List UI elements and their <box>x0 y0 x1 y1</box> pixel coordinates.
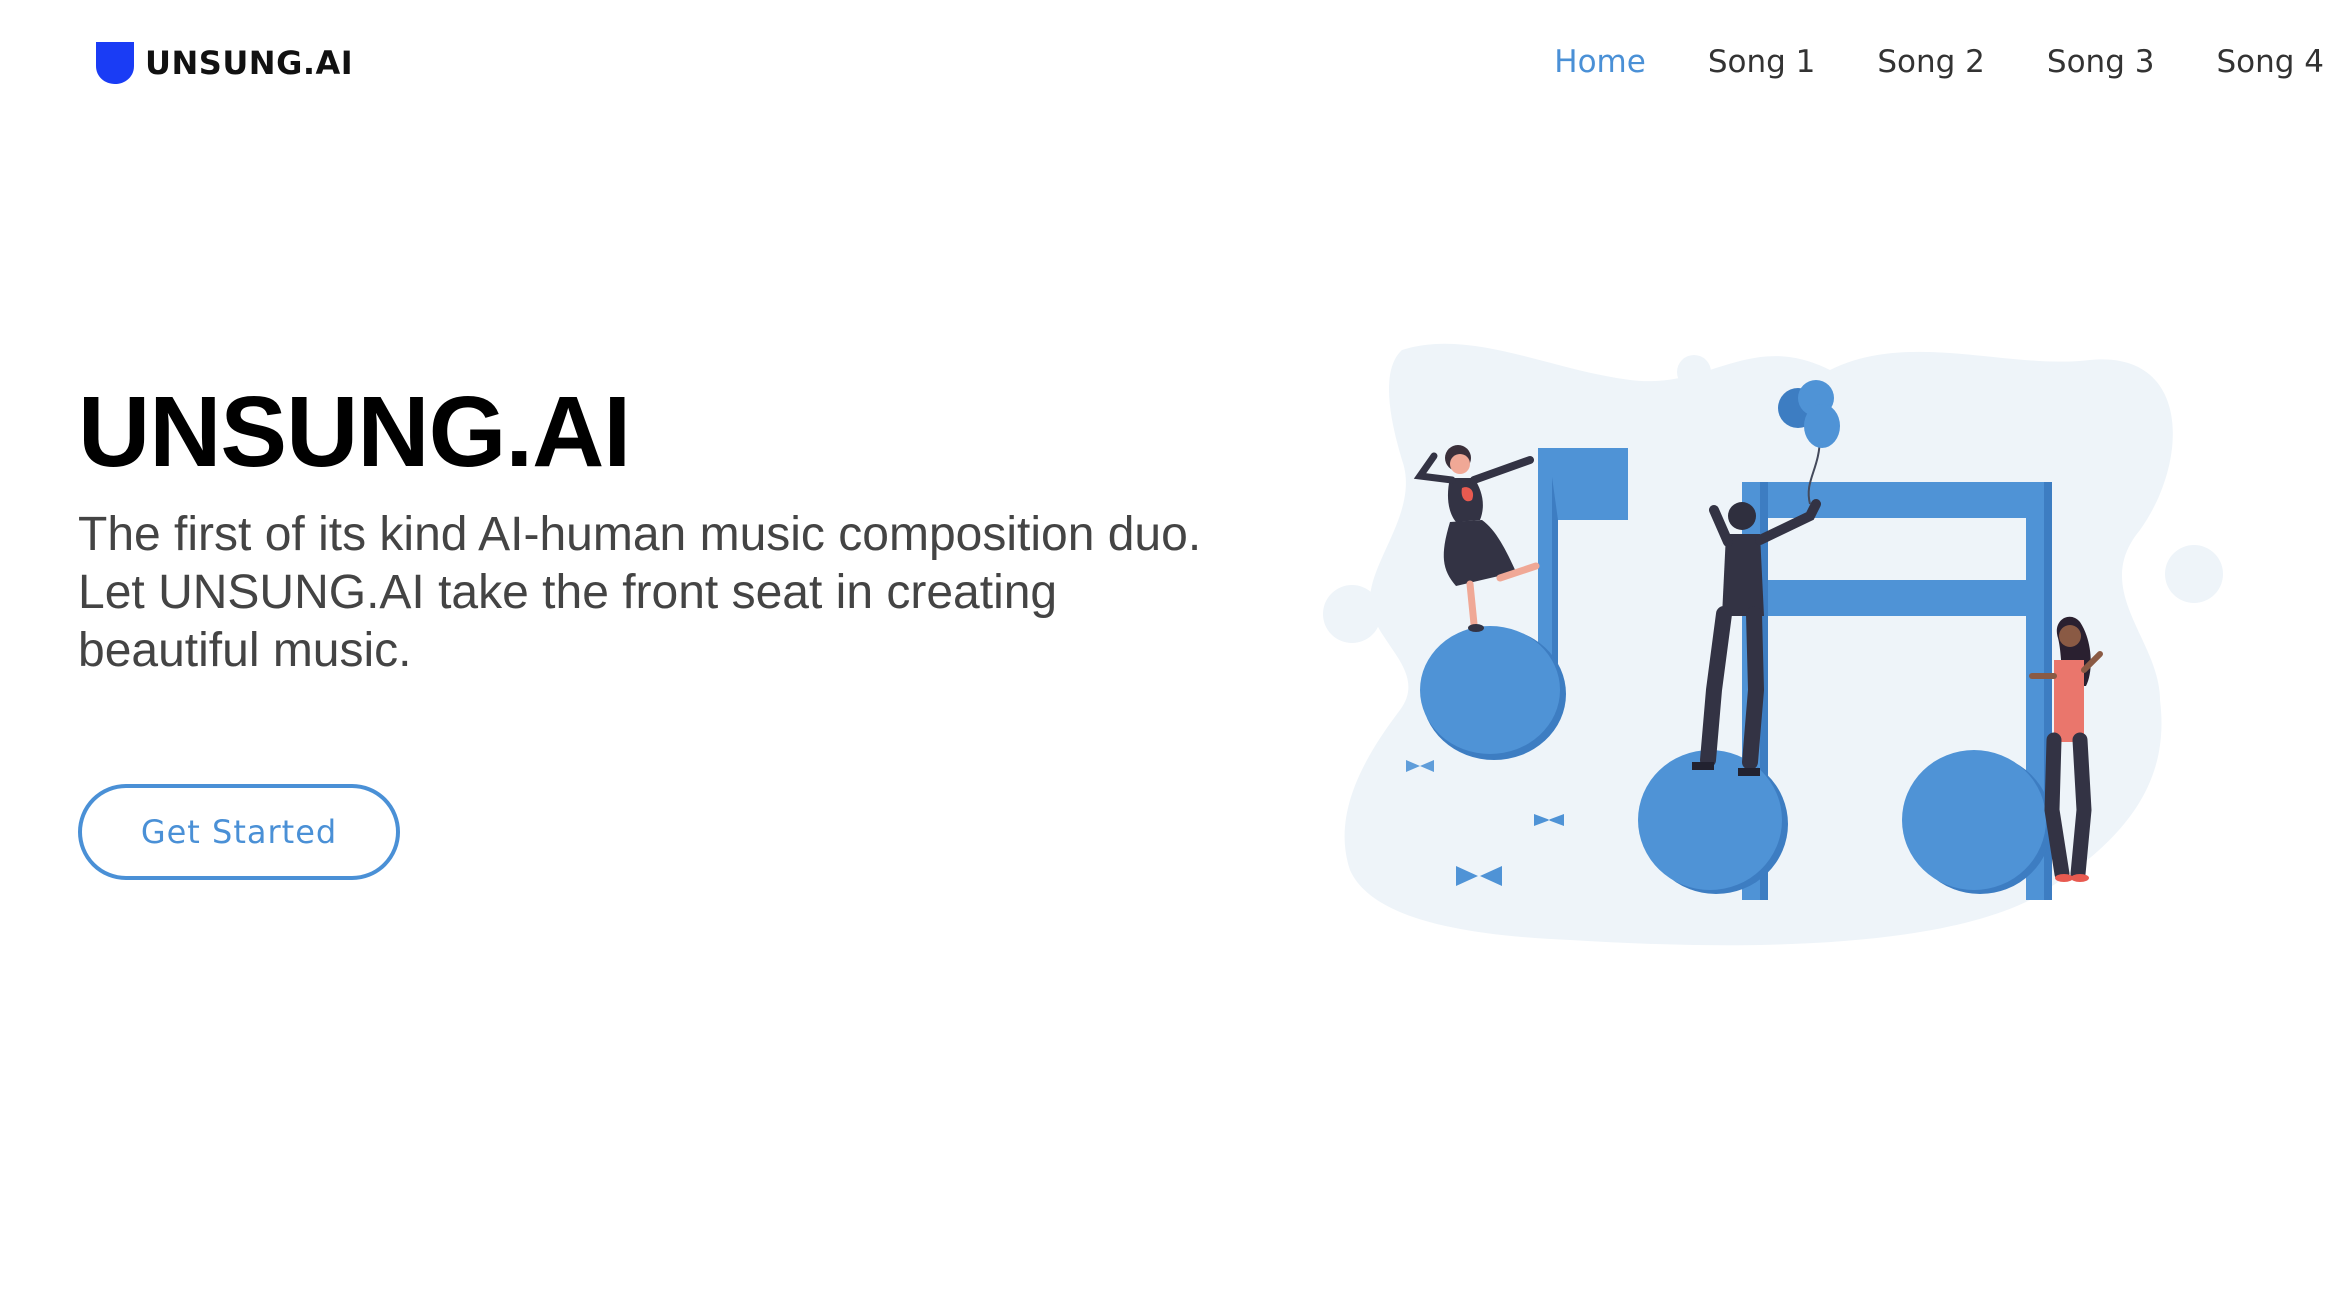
landing-page: UNSUNG.AI Home Song 1 Song 2 Song 3 Song… <box>0 0 2340 1308</box>
get-started-button[interactable]: Get Started <box>78 784 400 880</box>
brand-logo[interactable]: UNSUNG.AI <box>94 40 353 86</box>
nav-song-2[interactable]: Song 2 <box>1877 44 1985 80</box>
brand-name: UNSUNG.AI <box>145 44 354 82</box>
shield-icon <box>96 42 134 84</box>
nav-home[interactable]: Home <box>1554 44 1646 80</box>
nav-song-1[interactable]: Song 1 <box>1708 44 1816 80</box>
main-nav: Home Song 1 Song 2 Song 3 Song 4 <box>1492 44 2324 80</box>
music-notes-illustration <box>1323 343 2223 946</box>
hero-subtitle: The first of its kind AI-human music com… <box>78 508 1202 677</box>
nav-song-3[interactable]: Song 3 <box>2047 44 2155 80</box>
hero-title: UNSUNG.AI <box>78 376 631 488</box>
nav-song-4[interactable]: Song 4 <box>2216 44 2324 80</box>
site-header: UNSUNG.AI Home Song 1 Song 2 Song 3 Song… <box>0 0 2340 130</box>
